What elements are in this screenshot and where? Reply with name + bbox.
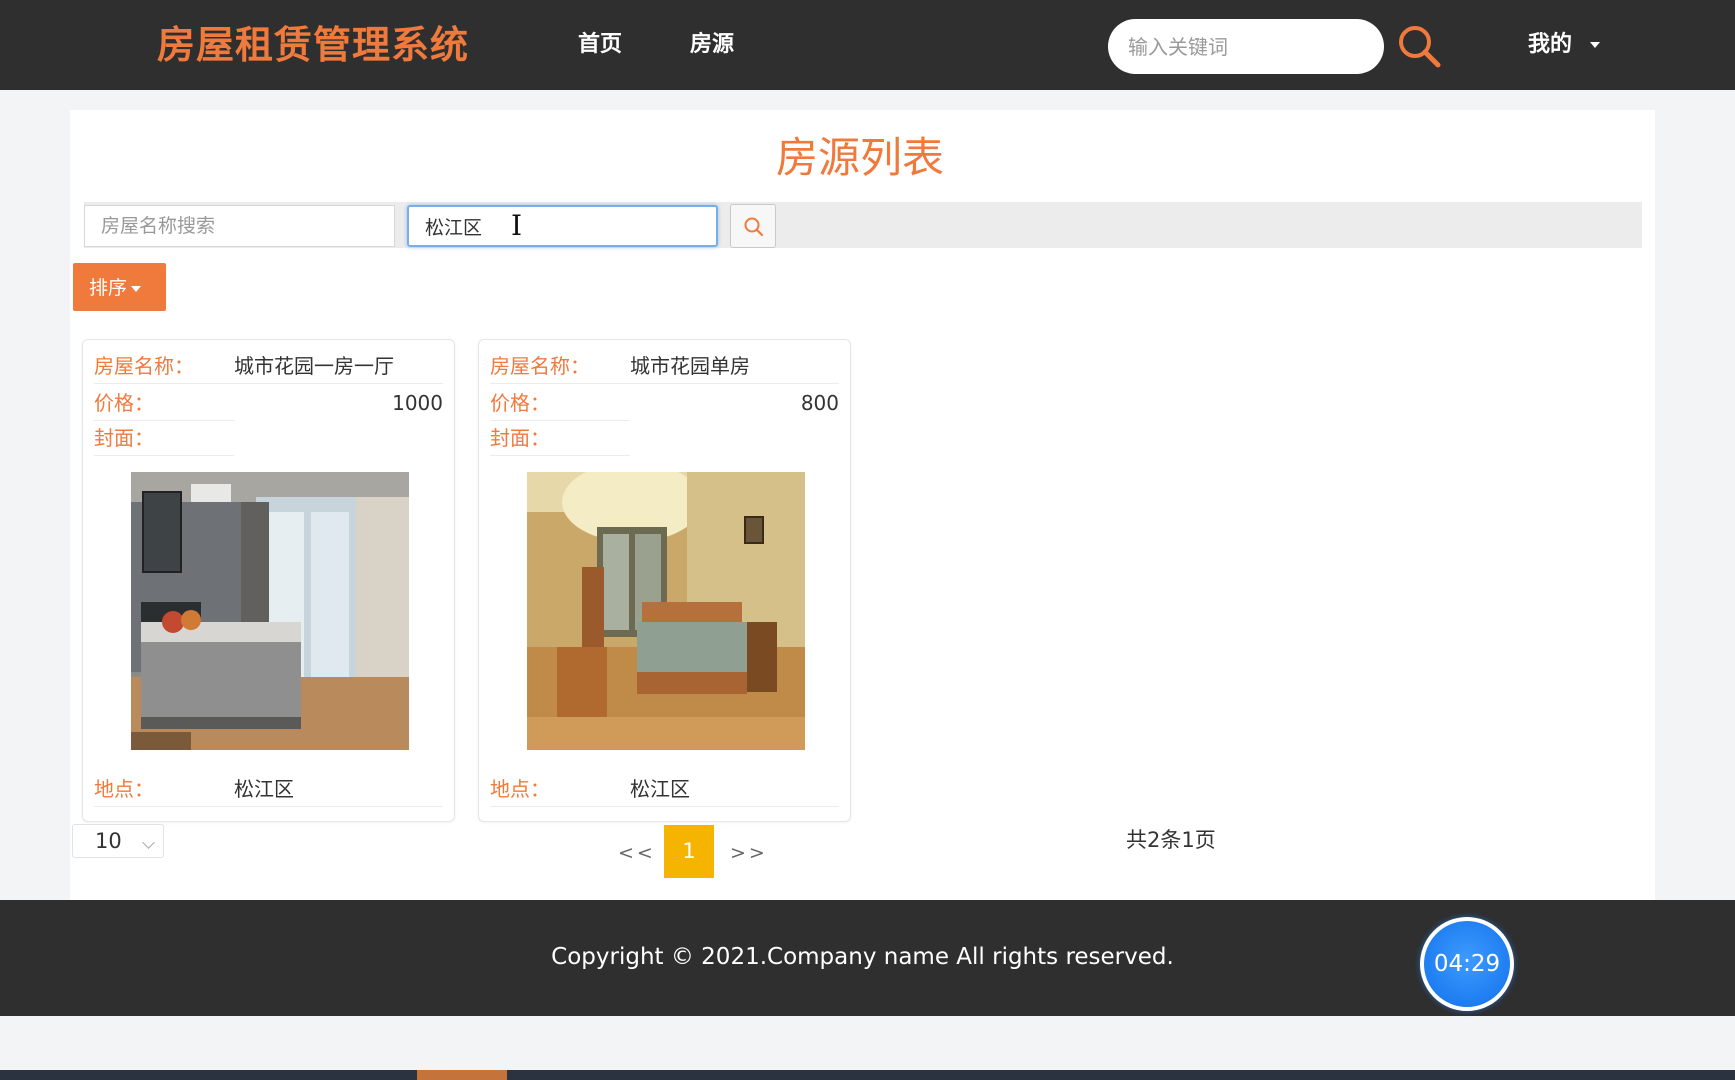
location-value: 松江区: [234, 777, 294, 801]
user-menu-dropdown[interactable]: 我的: [1528, 30, 1601, 60]
search-icon: [744, 217, 764, 237]
house-name-label: 房屋名称：: [94, 354, 194, 378]
page-size-value: 10: [95, 829, 122, 853]
listing-card[interactable]: 房屋名称： 城市花园一房一厅 价格： 1000 封面： 地点： 松江区: [82, 339, 455, 822]
timer-badge: 04:29: [1420, 917, 1514, 1011]
cover-row: 封面：: [490, 420, 839, 456]
location-label: 地点：: [490, 777, 550, 801]
price-value: 1000: [392, 391, 443, 415]
listing-card[interactable]: 房屋名称： 城市花园单房 价格： 800 封面： 地点： 松江区: [478, 339, 851, 822]
house-name-value: 城市花园单房: [630, 354, 750, 378]
location-row: 地点： 松江区: [490, 771, 839, 807]
keyword-search-input[interactable]: [1108, 19, 1384, 74]
nav-listings[interactable]: 房源: [690, 30, 734, 60]
page-size-select[interactable]: 10: [72, 824, 164, 858]
filter-search-button[interactable]: [730, 204, 776, 248]
pagination-total: 共2条1页: [1126, 828, 1216, 852]
text-cursor-icon: I: [511, 209, 523, 242]
filter-bar: I: [84, 202, 1642, 248]
sort-label: 排序: [89, 277, 128, 299]
next-page-button[interactable]: >>: [730, 838, 768, 868]
house-name-row: 房屋名称： 城市花园一房一厅: [94, 348, 443, 384]
page-1-button[interactable]: 1: [664, 825, 714, 878]
cover-label: 封面：: [490, 426, 550, 450]
page-title: 房源列表: [775, 133, 944, 182]
price-label: 价格：: [490, 391, 550, 415]
cover-photo[interactable]: [527, 472, 805, 750]
taskbar-strip: [0, 1070, 1735, 1080]
nav-home[interactable]: 首页: [578, 30, 622, 60]
house-name-label: 房屋名称：: [490, 354, 590, 378]
prev-page-button[interactable]: <<: [618, 838, 656, 868]
cover-photo[interactable]: [131, 472, 409, 750]
price-row: 价格： 800: [490, 385, 839, 421]
house-name-value: 城市花园一房一厅: [234, 354, 394, 378]
search-icon[interactable]: [1395, 22, 1445, 72]
price-label: 价格：: [94, 391, 154, 415]
caret-down-icon: [131, 285, 142, 292]
location-row: 地点： 松江区: [94, 771, 443, 807]
listing-panel: 房源列表 I 排序 房屋名称： 城市花园一房一厅 价格： 1000 封面：: [70, 110, 1655, 900]
house-name-row: 房屋名称： 城市花园单房: [490, 348, 839, 384]
price-row: 价格： 1000: [94, 385, 443, 421]
sort-dropdown-button[interactable]: 排序: [73, 263, 166, 311]
location-label: 地点：: [94, 777, 154, 801]
user-menu-label: 我的: [1528, 32, 1573, 57]
top-navbar: 房屋租赁管理系统 首页 房源 我的: [0, 0, 1735, 90]
house-name-search-input[interactable]: [84, 205, 395, 247]
cover-label: 封面：: [94, 426, 154, 450]
brand-title: 房屋租赁管理系统: [157, 23, 470, 67]
location-value: 松江区: [630, 777, 690, 801]
price-value: 800: [800, 391, 839, 415]
chevron-down-icon: [142, 836, 155, 849]
location-search-input[interactable]: [407, 205, 718, 247]
cover-row: 封面：: [94, 420, 443, 456]
caret-down-icon: [1590, 42, 1601, 48]
taskbar-active-item: [417, 1070, 507, 1080]
